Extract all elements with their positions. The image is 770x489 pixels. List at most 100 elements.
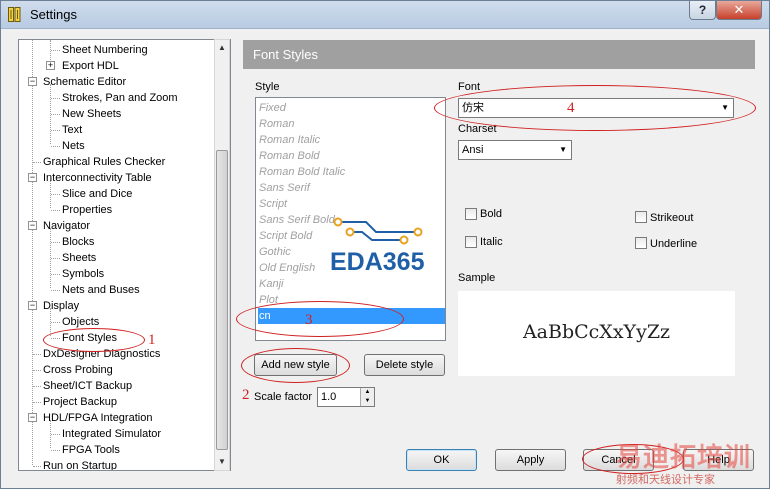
tree-connector xyxy=(33,386,41,387)
eda365-logo-text: EDA365 xyxy=(330,248,425,274)
style-list-item[interactable]: Roman Bold Italic xyxy=(258,164,445,180)
tree-item[interactable]: Display xyxy=(43,298,79,314)
tree-connector xyxy=(51,210,60,211)
spin-up-icon[interactable]: ▲ xyxy=(361,388,374,397)
settings-tree[interactable]: Sheet Numbering + Export HDL − Schematic Edi… xyxy=(18,39,231,471)
delete-style-button[interactable]: Delete style xyxy=(364,354,445,376)
tree-item[interactable]: Cross Probing xyxy=(43,362,113,378)
tree-connector xyxy=(51,146,60,147)
app-icon xyxy=(8,7,21,22)
tree-item[interactable]: Sheet Numbering xyxy=(62,42,148,58)
charset-select[interactable]: Ansi ▼ xyxy=(458,140,572,160)
strikeout-label: Strikeout xyxy=(650,212,694,224)
tree-connector xyxy=(33,402,41,403)
tree-item[interactable]: Nets and Buses xyxy=(62,282,140,298)
sample-preview: AaBbCcXxYyZz xyxy=(458,291,735,376)
tree-item[interactable]: Text xyxy=(62,122,82,138)
chevron-down-icon: ▼ xyxy=(559,145,567,154)
tree-connector xyxy=(33,370,41,371)
tree-item[interactable]: Export HDL xyxy=(62,58,119,74)
tree-connector xyxy=(51,98,60,99)
annotation-number-3: 3 xyxy=(305,312,313,328)
italic-checkbox[interactable] xyxy=(465,236,477,248)
page-title: Font Styles xyxy=(243,40,755,69)
close-button[interactable]: ✕ xyxy=(716,1,762,20)
tree-item[interactable]: Blocks xyxy=(62,234,94,250)
tree-item[interactable]: New Sheets xyxy=(62,106,121,122)
tree-item[interactable]: Strokes, Pan and Zoom xyxy=(62,90,178,106)
tree-connector xyxy=(33,354,41,355)
settings-window: Settings ? ✕ Sheet Numbering + Export HDL −… xyxy=(0,0,770,489)
scroll-down-icon[interactable]: ▼ xyxy=(215,454,229,470)
tree-expander-icon[interactable]: + xyxy=(46,61,55,70)
underline-checkbox[interactable] xyxy=(635,237,647,249)
tree-expander-icon[interactable]: − xyxy=(28,77,37,86)
style-list-item[interactable]: Fixed xyxy=(258,100,445,116)
strikeout-checkbox[interactable] xyxy=(635,211,647,223)
tree-item[interactable]: Sheet/ICT Backup xyxy=(43,378,132,394)
sample-label: Sample xyxy=(458,272,496,284)
annotation-number-4: 4 xyxy=(567,100,575,116)
window-title: Settings xyxy=(30,7,77,22)
tree-connector xyxy=(51,50,60,51)
tree-expander-icon[interactable]: − xyxy=(28,173,37,182)
annotation-ellipse-4 xyxy=(434,85,756,131)
style-list-item[interactable]: Roman xyxy=(258,116,445,132)
tree-expander-icon[interactable]: − xyxy=(28,221,37,230)
title-bar: Settings ? ✕ xyxy=(1,1,769,29)
tree-connector xyxy=(51,450,60,451)
tree-connector xyxy=(51,290,60,291)
scale-factor-spinner[interactable]: 1.0 ▲ ▼ xyxy=(317,387,375,407)
tree-item[interactable]: Navigator xyxy=(43,218,90,234)
underline-label: Underline xyxy=(650,238,698,250)
tree-expander-icon[interactable]: − xyxy=(28,413,37,422)
tree-connector xyxy=(51,274,60,275)
help-title-button[interactable]: ? xyxy=(689,1,716,20)
tree-item[interactable]: Symbols xyxy=(62,266,104,282)
tree-connector xyxy=(51,242,60,243)
tree-connector xyxy=(51,194,60,195)
tree-item[interactable]: HDL/FPGA Integration xyxy=(43,410,152,426)
sample-text: AaBbCcXxYyZz xyxy=(522,321,671,343)
tree-item[interactable]: FPGA Tools xyxy=(62,442,120,458)
tree-connector xyxy=(51,434,60,435)
tree-scrollbar[interactable]: ▲ ▼ xyxy=(214,39,230,471)
style-list-item[interactable]: Roman Bold xyxy=(258,148,445,164)
annotation-number-1: 1 xyxy=(148,332,156,348)
tree-item[interactable]: Slice and Dice xyxy=(62,186,132,202)
tree-item[interactable]: Graphical Rules Checker xyxy=(43,154,165,170)
tree-expander-icon[interactable]: − xyxy=(28,301,37,310)
tree-item[interactable]: Sheets xyxy=(62,250,96,266)
charset-select-value: Ansi xyxy=(462,144,484,156)
scroll-up-icon[interactable]: ▲ xyxy=(215,40,229,56)
italic-label: Italic xyxy=(480,236,503,248)
spinner-buttons[interactable]: ▲ ▼ xyxy=(360,388,374,406)
site-watermark-tagline: 射频和天线设计专家 xyxy=(616,473,715,486)
style-list-item[interactable]: Roman Italic xyxy=(258,132,445,148)
ok-button[interactable]: OK xyxy=(406,449,477,471)
tree-connector xyxy=(51,130,60,131)
eda365-watermark-logo: EDA365 xyxy=(330,217,425,274)
tree-item[interactable]: Integrated Simulator xyxy=(62,426,161,442)
bold-checkbox[interactable] xyxy=(465,208,477,220)
style-list-item[interactable]: Kanji xyxy=(258,276,445,292)
tree-connector xyxy=(33,162,41,163)
tree-item[interactable]: Nets xyxy=(62,138,85,154)
tree-item[interactable]: Interconnectivity Table xyxy=(43,170,152,186)
bold-label: Bold xyxy=(480,208,503,220)
site-watermark-logo: 易迪拓培训 xyxy=(616,443,752,473)
annotation-ellipse-3 xyxy=(236,301,404,337)
annotation-ellipse-2 xyxy=(241,348,350,383)
tree-item[interactable]: Properties xyxy=(62,202,112,218)
scale-factor-value: 1.0 xyxy=(321,391,337,403)
scale-factor-label: Scale factor xyxy=(254,391,313,403)
tree-item[interactable]: Run on Startup xyxy=(43,458,117,470)
tree-item[interactable]: Project Backup xyxy=(43,394,117,410)
tree-item[interactable]: Schematic Editor xyxy=(43,74,126,90)
scroll-thumb[interactable] xyxy=(216,150,228,450)
apply-button[interactable]: Apply xyxy=(495,449,566,471)
style-list-item[interactable]: Sans Serif xyxy=(258,180,445,196)
style-list-item[interactable]: Script xyxy=(258,196,445,212)
tree-connector xyxy=(51,258,60,259)
spin-down-icon[interactable]: ▼ xyxy=(361,397,374,406)
